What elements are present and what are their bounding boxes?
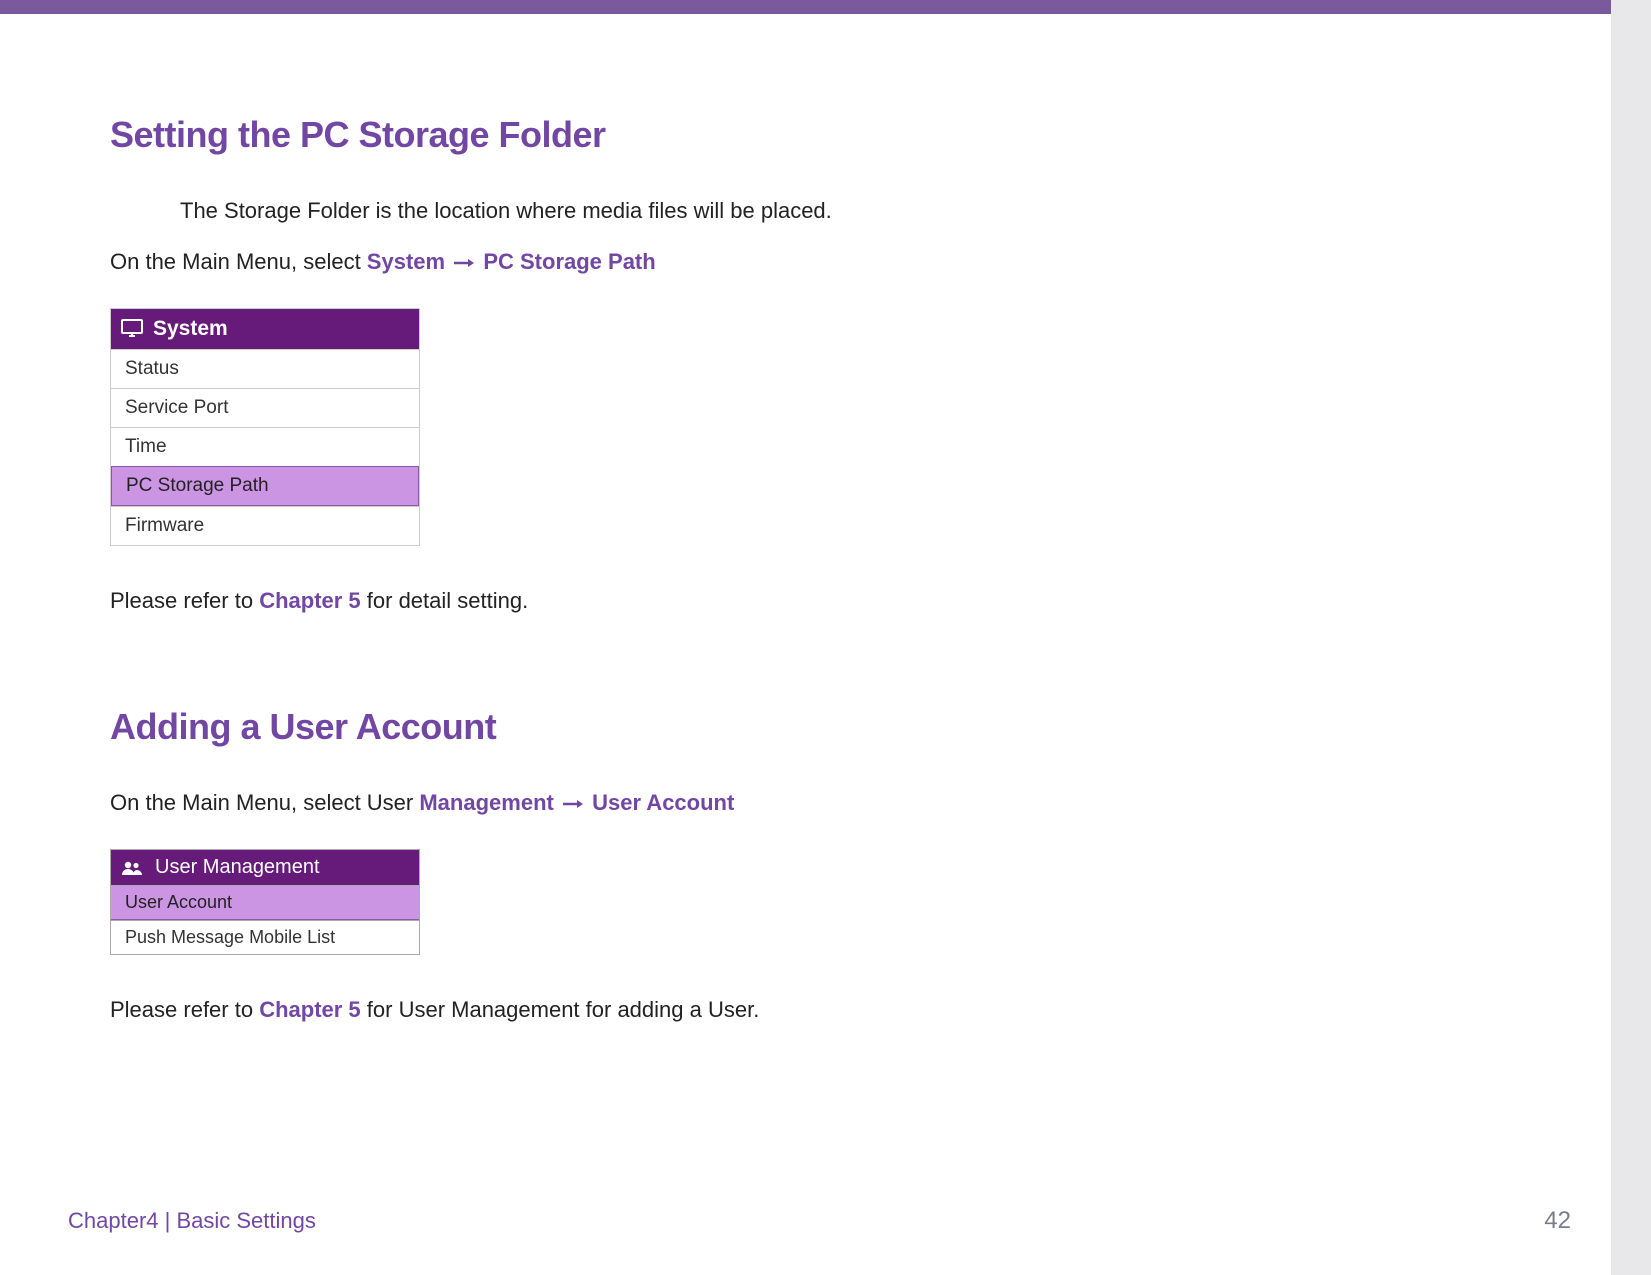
footer-page-number: 42 <box>1544 1207 1571 1235</box>
nav-instruction-user: On the Main Menu, select User Management… <box>110 788 1541 819</box>
menu-item-time[interactable]: Time <box>111 427 419 466</box>
menu-item-user-account[interactable]: User Account <box>111 885 419 920</box>
refer-suffix-user: for User Management for adding a User. <box>361 997 760 1022</box>
system-menu-title: System <box>153 317 228 341</box>
user-management-title: User Management <box>155 856 320 879</box>
refer-prefix-user: Please refer to <box>110 997 259 1022</box>
menu-item-pc-storage-path[interactable]: PC Storage Path <box>111 466 419 506</box>
refer-link-chapter5-user[interactable]: Chapter 5 <box>259 997 360 1022</box>
section-user-account: Adding a User Account On the Main Menu, … <box>110 706 1541 1026</box>
menu-item-push-message[interactable]: Push Message Mobile List <box>111 920 419 954</box>
refer-prefix: Please refer to <box>110 588 259 613</box>
menu-item-firmware[interactable]: Firmware <box>111 506 419 545</box>
system-menu: System Status Service Port Time PC Stora… <box>110 308 420 546</box>
page-footer: Chapter4 | Basic Settings 42 <box>68 1207 1571 1235</box>
user-management-header[interactable]: User Management <box>111 850 419 885</box>
heading-storage-folder: Setting the PC Storage Folder <box>110 114 1541 156</box>
refer-text-user: Please refer to Chapter 5 for User Manag… <box>110 995 1541 1026</box>
nav-link-management: Management <box>419 790 553 815</box>
nav-instruction-storage: On the Main Menu, select System PC Stora… <box>110 247 1541 278</box>
heading-user-account: Adding a User Account <box>110 706 1541 748</box>
users-icon <box>121 860 143 876</box>
nav-prefix-user: On the Main Menu, select User <box>110 790 419 815</box>
refer-link-chapter5[interactable]: Chapter 5 <box>259 588 360 613</box>
user-management-menu: User Management User Account Push Messag… <box>110 849 420 955</box>
nav-link-pc-storage: PC Storage Path <box>483 249 655 274</box>
arrow-icon <box>563 787 583 818</box>
intro-text: The Storage Folder is the location where… <box>110 196 1541 227</box>
nav-link-user-account: User Account <box>592 790 734 815</box>
nav-link-system: System <box>367 249 445 274</box>
menu-item-status[interactable]: Status <box>111 349 419 388</box>
monitor-icon <box>121 319 143 339</box>
footer-chapter: Chapter4 | Basic Settings <box>68 1208 316 1234</box>
refer-text-storage: Please refer to Chapter 5 for detail set… <box>110 586 1541 617</box>
menu-item-service-port[interactable]: Service Port <box>111 388 419 427</box>
page-content: Setting the PC Storage Folder The Storag… <box>0 14 1651 1026</box>
refer-suffix: for detail setting. <box>361 588 529 613</box>
system-menu-header[interactable]: System <box>111 309 419 349</box>
arrow-icon <box>454 246 474 277</box>
top-border-bar <box>0 0 1651 14</box>
nav-prefix: On the Main Menu, select <box>110 249 367 274</box>
